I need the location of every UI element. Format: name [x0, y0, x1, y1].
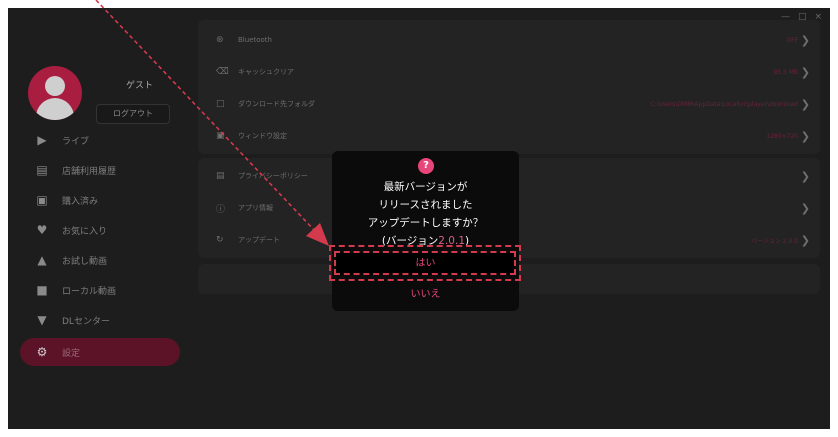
sidebar-item-settings[interactable]: ⚙ 設定 — [20, 338, 180, 366]
sidebar-item-label: 購入済み — [62, 196, 99, 207]
setting-value: OFF — [786, 36, 798, 44]
trial-icon: ▲ — [37, 253, 47, 267]
sidebar-item-purchased[interactable]: ▣ 購入済み — [20, 188, 180, 212]
setting-value: C:\Users\DMM\AppData\Local\vr\player\dow… — [650, 100, 798, 108]
dialog-message-line-1: 最新バージョンが — [383, 181, 468, 193]
setting-value: 1280×720 — [766, 132, 798, 140]
history-icon: ▤ — [36, 163, 48, 177]
sidebar: ゲスト ログアウト ▶ ライブ ▤ 店舗利用履歴 ▣ 購入済み ♥ お気に入り … — [8, 26, 188, 429]
sidebar-item-label: ライブ — [62, 136, 90, 147]
setting-value: 95.5 MB — [773, 68, 798, 76]
chevron-right-icon: ❯ — [800, 233, 810, 247]
chevron-right-icon: ❯ — [800, 129, 810, 143]
avatar-body-shape — [36, 98, 74, 120]
question-icon: ? — [418, 158, 434, 174]
avatar[interactable] — [28, 66, 82, 120]
logout-button[interactable]: ログアウト — [96, 104, 170, 124]
bluetooth-icon: ⊛ — [216, 35, 224, 45]
chevron-right-icon: ❯ — [800, 169, 810, 183]
folder-icon: □ — [216, 99, 225, 109]
sidebar-item-label: 設定 — [62, 348, 81, 359]
sidebar-item-trial[interactable]: ▲ お試し動画 — [20, 248, 180, 272]
setting-label: Bluetooth — [238, 36, 272, 44]
live-icon: ▶ — [37, 133, 47, 147]
sidebar-item-label: お気に入り — [62, 226, 108, 237]
settings-panel-general: ⊛ Bluetooth OFF ❯ ⌫ キャッシュクリア 95.5 MB ❯ □… — [198, 20, 820, 154]
chevron-right-icon: ❯ — [800, 97, 810, 111]
sidebar-item-label: 店舗利用履歴 — [62, 166, 117, 177]
sidebar-item-label: お試し動画 — [62, 256, 108, 267]
sidebar-item-history[interactable]: ▤ 店舗利用履歴 — [20, 158, 180, 182]
settings-icon: ⚙ — [36, 345, 48, 359]
local-video-icon: ■ — [36, 283, 48, 297]
chevron-right-icon: ❯ — [800, 65, 810, 79]
download-icon: ▼ — [37, 313, 47, 327]
update-dialog: ? 最新バージョンが リリースされました アップデートしますか？ (バージョン2… — [332, 151, 519, 311]
avatar-head-shape — [45, 76, 65, 96]
sidebar-item-dl-center[interactable]: ▼ DLセンター — [20, 308, 180, 332]
window-icon: ▣ — [216, 131, 225, 141]
setting-row-cache-clear[interactable]: ⌫ キャッシュクリア 95.5 MB ❯ — [198, 56, 820, 88]
setting-row-download-folder[interactable]: □ ダウンロード先フォルダ C:\Users\DMM\AppData\Local… — [198, 88, 820, 120]
policy-icon: ▤ — [216, 171, 225, 181]
sidebar-item-favorites[interactable]: ♥ お気に入り — [20, 218, 180, 242]
chevron-right-icon: ❯ — [800, 33, 810, 47]
user-name: ゲスト — [126, 81, 154, 91]
update-icon: ↻ — [216, 235, 224, 245]
highlight-box-inner — [334, 251, 516, 275]
setting-label: ウィンドウ設定 — [238, 132, 287, 140]
setting-row-bluetooth[interactable]: ⊛ Bluetooth OFF ❯ — [198, 24, 820, 56]
setting-value: バージョン 2.0.0 — [750, 237, 798, 245]
setting-label: アップデート — [238, 236, 280, 244]
dialog-message-line-3: アップデートしますか？ — [367, 217, 484, 229]
dialog-message-line-2: リリースされました — [378, 199, 473, 211]
setting-label: キャッシュクリア — [238, 68, 294, 76]
setting-label: アプリ情報 — [238, 204, 273, 212]
trash-icon: ⌫ — [216, 67, 229, 77]
setting-row-window[interactable]: ▣ ウィンドウ設定 1280×720 ❯ — [198, 120, 820, 152]
heart-icon: ♥ — [36, 223, 48, 237]
sidebar-item-live[interactable]: ▶ ライブ — [20, 128, 180, 152]
setting-label: プライバシーポリシー — [238, 172, 308, 180]
sidebar-item-label: DLセンター — [62, 316, 110, 327]
setting-label: ダウンロード先フォルダ — [238, 100, 315, 108]
info-icon: ⓘ — [216, 204, 226, 215]
cart-icon: ▣ — [36, 193, 48, 207]
sidebar-item-label: ローカル動画 — [62, 286, 117, 297]
chevron-right-icon: ❯ — [800, 201, 810, 215]
sidebar-item-local-video[interactable]: ■ ローカル動画 — [20, 278, 180, 302]
no-button[interactable]: いいえ — [336, 285, 515, 305]
